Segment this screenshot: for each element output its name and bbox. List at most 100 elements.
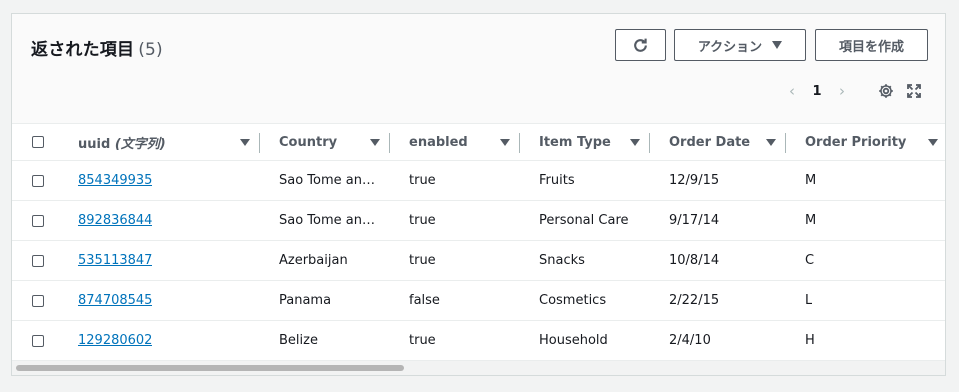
cell-order-priority: M: [786, 200, 945, 241]
cell-enabled: true: [390, 240, 520, 281]
row-checkbox[interactable]: [32, 174, 44, 187]
uuid-link[interactable]: 535113847: [78, 253, 152, 268]
sort-down-icon[interactable]: [370, 138, 380, 146]
horizontal-scrollbar[interactable]: [12, 360, 945, 375]
uuid-link[interactable]: 129280602: [78, 333, 152, 348]
cell-country: Sao Tome and Principe: [260, 160, 390, 201]
row-select-cell: [12, 320, 59, 361]
priority-value: M: [805, 173, 817, 188]
row-checkbox[interactable]: [32, 214, 44, 227]
uuid-link[interactable]: 874708545: [78, 293, 152, 308]
column-header-order-date[interactable]: Order Date: [650, 124, 786, 161]
sort-down-icon[interactable]: [500, 138, 510, 146]
column-label: Order Date: [669, 134, 751, 150]
select-all-cell: [12, 124, 59, 161]
item-count: (5): [138, 40, 163, 60]
cell-order-date: 2/4/10: [650, 320, 786, 361]
cell-enabled: true: [390, 160, 520, 201]
cell-order-date: 10/8/14: [650, 240, 786, 281]
cell-enabled: false: [390, 280, 520, 321]
item-type-value: Fruits: [539, 173, 575, 188]
item-type-value: Cosmetics: [539, 293, 607, 308]
create-label: 項目を作成: [838, 39, 904, 55]
sort-down-icon[interactable]: [240, 138, 250, 146]
table-row: 874708545 Panama false Cosmetics 2/22/15…: [12, 280, 945, 321]
column-label: uuid: [78, 136, 111, 152]
settings-gear-icon[interactable]: [876, 81, 896, 101]
enabled-value: true: [409, 333, 436, 348]
cell-item-type: Snacks: [520, 240, 650, 281]
cell-enabled: true: [390, 320, 520, 361]
column-label: Item Type: [539, 134, 611, 150]
column-type-label: (文字列): [114, 136, 166, 152]
enabled-value: false: [409, 293, 440, 308]
cell-enabled: true: [390, 200, 520, 241]
row-checkbox[interactable]: [32, 294, 44, 307]
column-header-enabled[interactable]: enabled: [390, 124, 520, 161]
sort-down-icon[interactable]: [928, 138, 939, 146]
item-type-value: Household: [539, 333, 608, 348]
cell-item-type: Household: [520, 320, 650, 361]
item-type-value: Snacks: [539, 253, 585, 268]
cell-order-date: 12/9/15: [650, 160, 786, 201]
table-header-row: uuid (文字列) Country enabled Item Type Ord…: [12, 124, 945, 161]
cell-uuid: 535113847: [59, 240, 260, 281]
uuid-link[interactable]: 892836844: [78, 213, 152, 228]
actions-label: アクション: [697, 39, 763, 55]
cell-order-priority: C: [786, 240, 945, 281]
row-select-cell: [12, 200, 59, 241]
prev-page-button[interactable]: ‹: [782, 82, 802, 100]
priority-value: L: [805, 293, 813, 308]
country-value: Sao Tome and Principe: [279, 173, 380, 188]
sort-down-icon[interactable]: [766, 138, 776, 146]
items-panel: 返された項目 (5) アクション 項目を作成 ‹ 1 › uuid (文字列) …: [11, 13, 946, 376]
country-value: Sao Tome and Principe: [279, 213, 380, 228]
order-date-value: 9/17/14: [669, 213, 720, 228]
column-header-order-priority[interactable]: Order Priority: [786, 124, 945, 161]
uuid-link[interactable]: 854349935: [78, 173, 152, 188]
refresh-icon: [634, 38, 647, 52]
refresh-button[interactable]: [615, 29, 666, 61]
row-select-cell: [12, 240, 59, 281]
title-text: 返された項目: [31, 40, 135, 60]
cell-uuid: 874708545: [59, 280, 260, 321]
column-header-item-type[interactable]: Item Type: [520, 124, 650, 161]
row-select-cell: [12, 160, 59, 201]
cell-order-priority: M: [786, 160, 945, 201]
scrollbar-thumb[interactable]: [16, 365, 404, 371]
actions-dropdown-button[interactable]: アクション: [674, 29, 806, 61]
enabled-value: true: [409, 213, 436, 228]
page-number[interactable]: 1: [802, 84, 832, 99]
cell-uuid: 129280602: [59, 320, 260, 361]
country-value: Belize: [279, 333, 318, 348]
table-row: 892836844 Sao Tome and Principe true Per…: [12, 200, 945, 241]
table-row: 535113847 Azerbaijan true Snacks 10/8/14…: [12, 240, 945, 281]
row-checkbox[interactable]: [32, 254, 44, 267]
create-item-button[interactable]: 項目を作成: [815, 29, 928, 61]
order-date-value: 10/8/14: [669, 253, 720, 268]
select-all-checkbox[interactable]: [32, 136, 44, 148]
column-header-uuid[interactable]: uuid (文字列): [59, 124, 260, 161]
enabled-value: true: [409, 253, 436, 268]
column-label: Country: [279, 134, 338, 150]
cell-order-priority: H: [786, 320, 945, 361]
sort-down-icon[interactable]: [630, 138, 640, 146]
cell-order-date: 2/22/15: [650, 280, 786, 321]
column-label: Order Priority: [805, 134, 907, 150]
enabled-value: true: [409, 173, 436, 188]
column-label: enabled: [409, 134, 468, 150]
cell-order-priority: L: [786, 280, 945, 321]
row-checkbox[interactable]: [32, 334, 44, 347]
next-page-button[interactable]: ›: [832, 82, 852, 100]
cell-country: Sao Tome and Principe: [260, 200, 390, 241]
table-row: 854349935 Sao Tome and Principe true Fru…: [12, 160, 945, 201]
cell-item-type: Cosmetics: [520, 280, 650, 321]
panel-header: 返された項目 (5) アクション 項目を作成 ‹ 1 ›: [12, 14, 945, 124]
pagination: ‹ 1 ›: [782, 81, 852, 101]
country-value: Azerbaijan: [279, 253, 348, 268]
priority-value: C: [805, 253, 815, 268]
order-date-value: 12/9/15: [669, 173, 720, 188]
fullscreen-icon[interactable]: [904, 81, 924, 101]
column-header-country[interactable]: Country: [260, 124, 390, 161]
cell-country: Azerbaijan: [260, 240, 390, 281]
